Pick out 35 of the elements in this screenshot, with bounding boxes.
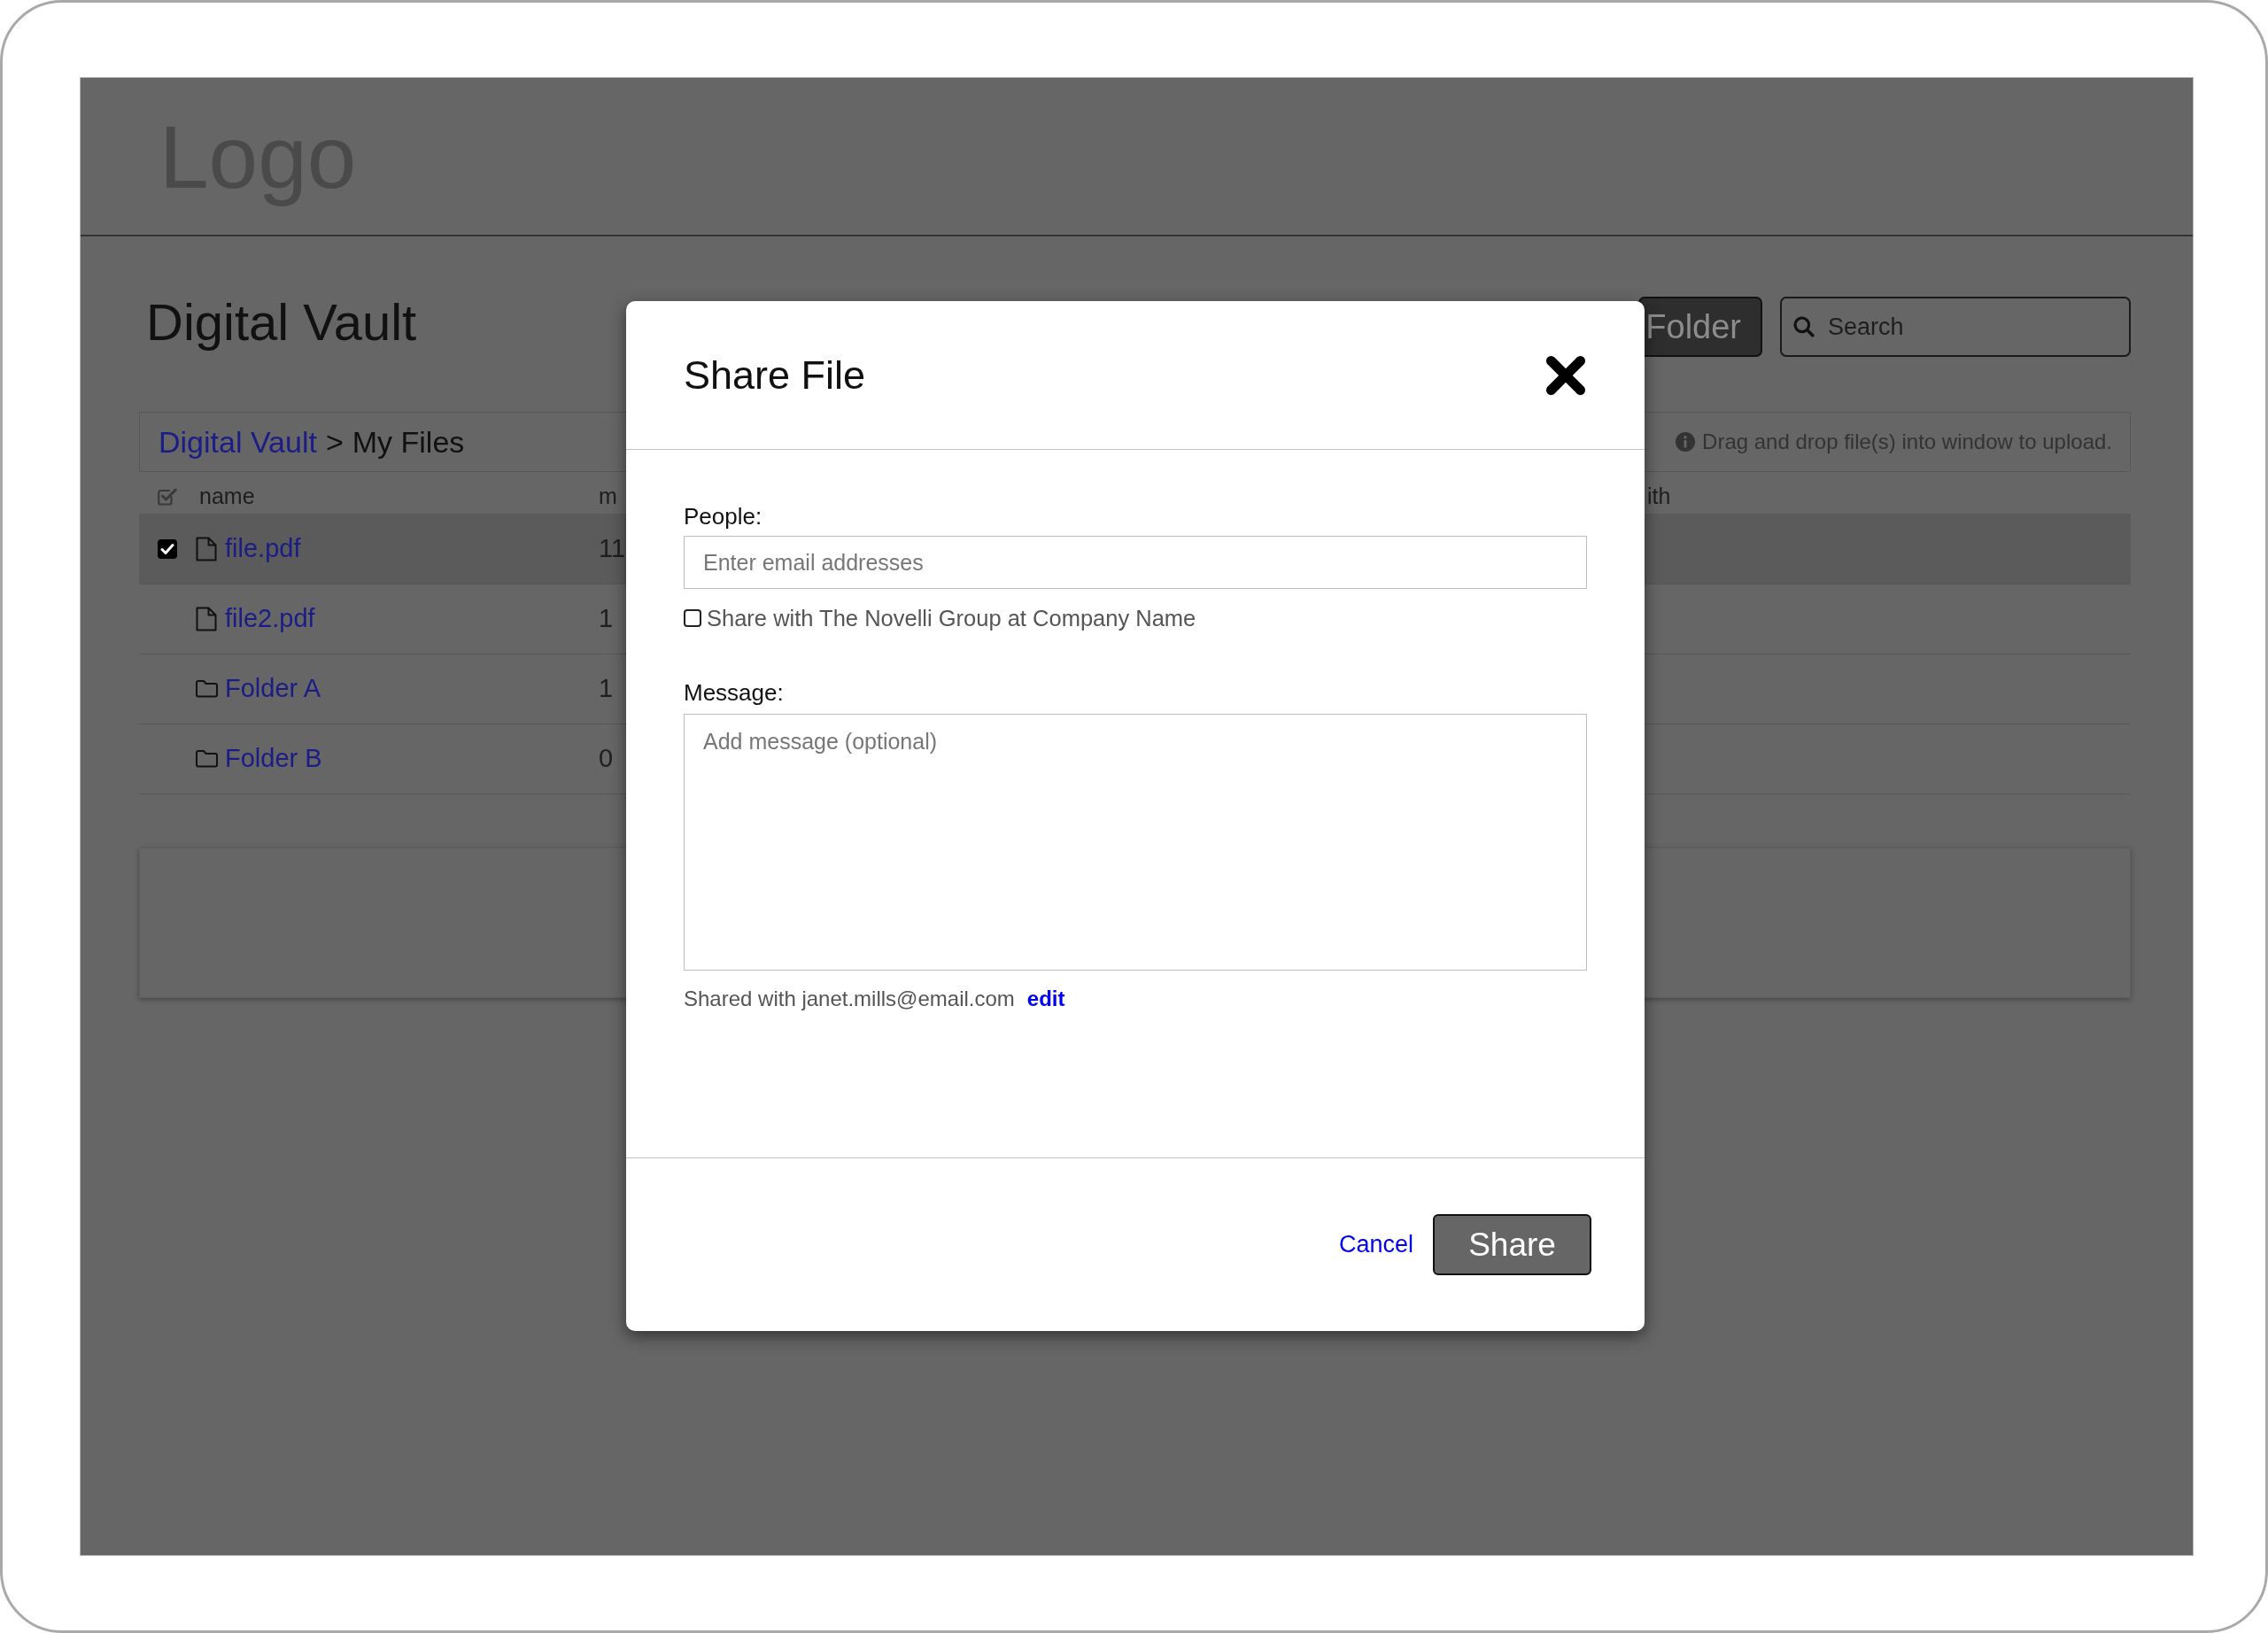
table-cell-text: 1 [599, 673, 614, 705]
toolbar-button[interactable]: Folder [1638, 297, 1762, 357]
message-label: Message: [684, 678, 785, 707]
folder-link[interactable]: Folder B [225, 739, 322, 778]
dialog-title: Share File [684, 355, 866, 395]
breadcrumb-current: My Files [352, 427, 465, 457]
table-cell-text: 1 [599, 603, 614, 635]
file-link[interactable]: file.pdf [225, 530, 301, 569]
edit-link[interactable]: edit [1026, 986, 1065, 1012]
checkbox[interactable] [684, 609, 701, 627]
file-link[interactable]: file2.pdf [225, 600, 315, 638]
shared-with-text: Shared with janet.mills@email.com [684, 986, 1015, 1012]
email-field[interactable]: Enter email addresses [684, 536, 1587, 589]
message-field[interactable]: Add message (optional) [684, 714, 1587, 971]
search-icon [1793, 316, 1815, 337]
search-field[interactable]: Search [1780, 297, 2131, 357]
folder-icon [196, 680, 218, 698]
cancel-link[interactable]: Cancel [1338, 1227, 1413, 1263]
breadcrumb-separator: > [325, 427, 344, 457]
column-header: m [599, 482, 617, 510]
file-icon [196, 607, 217, 631]
folder-icon [196, 750, 218, 768]
breadcrumb-link[interactable]: Digital Vault [159, 427, 317, 457]
column-header: name [199, 482, 255, 510]
table-cell-text: 11 [599, 533, 626, 565]
group-share-label: Share with The Novelli Group at Company Name [707, 604, 1196, 632]
folder-link[interactable]: Folder A [225, 669, 321, 708]
column-header: ith [1647, 482, 1671, 510]
file-icon [196, 537, 217, 561]
people-label: People: [684, 502, 763, 530]
share-button[interactable]: Share [1433, 1214, 1591, 1275]
table-cell-text: 0 [599, 743, 614, 775]
close-icon[interactable] [1545, 354, 1586, 396]
info-icon [1676, 432, 1696, 452]
row-checkbox[interactable] [158, 539, 177, 559]
